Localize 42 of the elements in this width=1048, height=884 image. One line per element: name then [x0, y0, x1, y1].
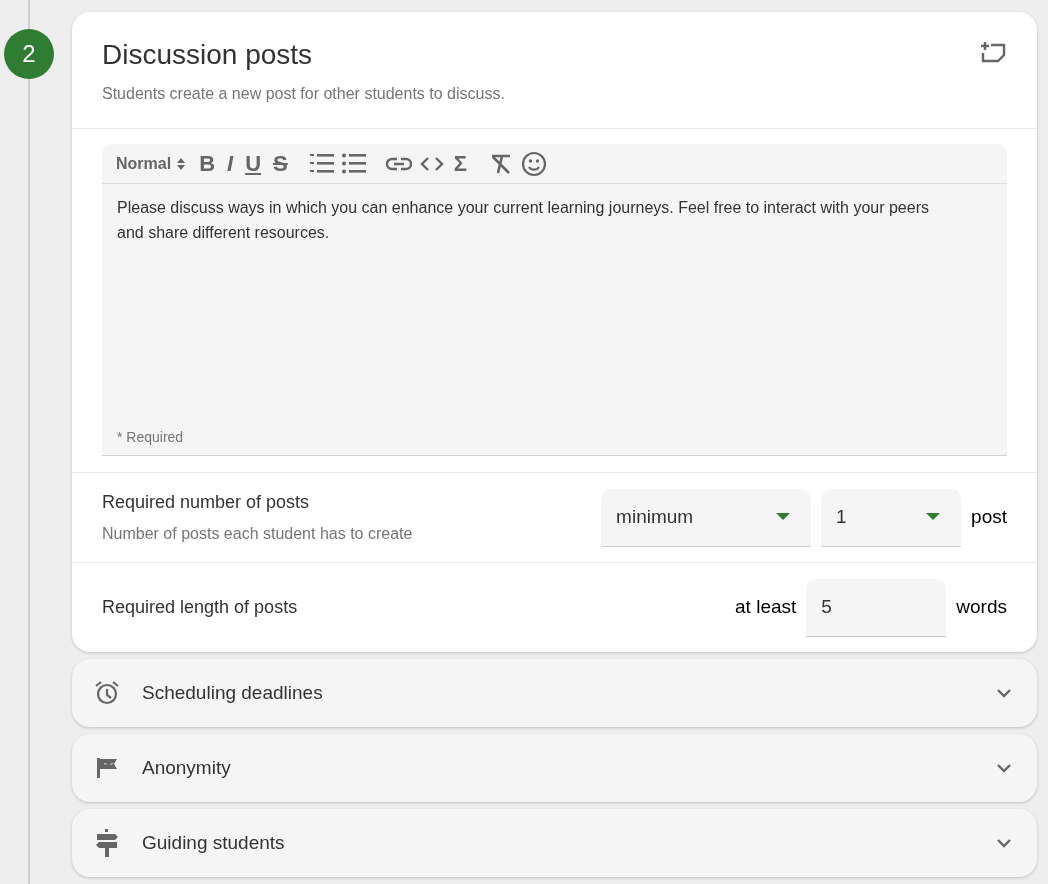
text-editor[interactable]: Normal B I U S Σ Please discuss ways in which you can enhance your current learning journeys. Feel free to interact with your peers and share different resources. * Required: [102, 144, 1007, 456]
card-title: Discussion posts: [102, 38, 314, 72]
section-title: Guiding students: [142, 830, 286, 855]
expandable-section[interactable]: Anonymity: [72, 734, 1037, 802]
expandable-section[interactable]: Scheduling deadlines: [72, 659, 1037, 727]
dropdown-arrow-icon: [926, 513, 941, 521]
setting-label: Required number of posts: [102, 491, 311, 514]
format-dropdown[interactable]: Normal: [116, 151, 186, 176]
setting-label: Required length of posts: [102, 596, 298, 619]
word-count-field[interactable]: 5: [806, 578, 947, 637]
up-down-arrows-icon: [177, 157, 186, 170]
italic-button[interactable]: I: [225, 151, 236, 176]
helper-text: * Required: [116, 428, 185, 447]
expandable-section[interactable]: Guiding students: [72, 809, 1037, 877]
add-note-icon[interactable]: [979, 40, 1007, 64]
count-dropdown[interactable]: 1: [821, 488, 962, 547]
step-number: 2: [4, 29, 54, 79]
formula-button[interactable]: Σ: [451, 151, 469, 176]
mask-flag-icon: [95, 756, 119, 780]
chevron-down-icon: [997, 838, 1011, 848]
code-icon[interactable]: [419, 155, 444, 172]
card-subtitle: Students create a new post for other students to discuss.: [102, 84, 505, 104]
setting-hint: Number of posts each student has to create: [102, 524, 413, 544]
prefix-label: at least: [735, 595, 797, 620]
bullet-list-icon[interactable]: [341, 152, 366, 175]
chevron-down-icon: [997, 688, 1011, 698]
underline-button[interactable]: U: [243, 151, 264, 176]
mode-dropdown[interactable]: minimum: [601, 488, 812, 547]
section-title: Anonymity: [142, 755, 232, 780]
unit-label: words: [956, 595, 1007, 620]
bold-button[interactable]: B: [197, 151, 217, 176]
editor-text: Please discuss ways in which you can enhance your current learning journeys. Feel free to interact with your peers and share different resources.: [116, 198, 930, 243]
strikethrough-button[interactable]: S: [271, 151, 290, 176]
signpost-icon: [95, 829, 119, 857]
section-title: Scheduling deadlines: [142, 680, 324, 705]
emoji-icon[interactable]: [520, 150, 547, 177]
alarm-clock-icon: [94, 680, 120, 706]
numbered-list-icon[interactable]: [309, 152, 334, 175]
unit-label: post: [971, 505, 1007, 530]
link-icon[interactable]: [385, 156, 412, 171]
chevron-down-icon: [997, 763, 1011, 773]
dropdown-arrow-icon: [776, 513, 791, 521]
